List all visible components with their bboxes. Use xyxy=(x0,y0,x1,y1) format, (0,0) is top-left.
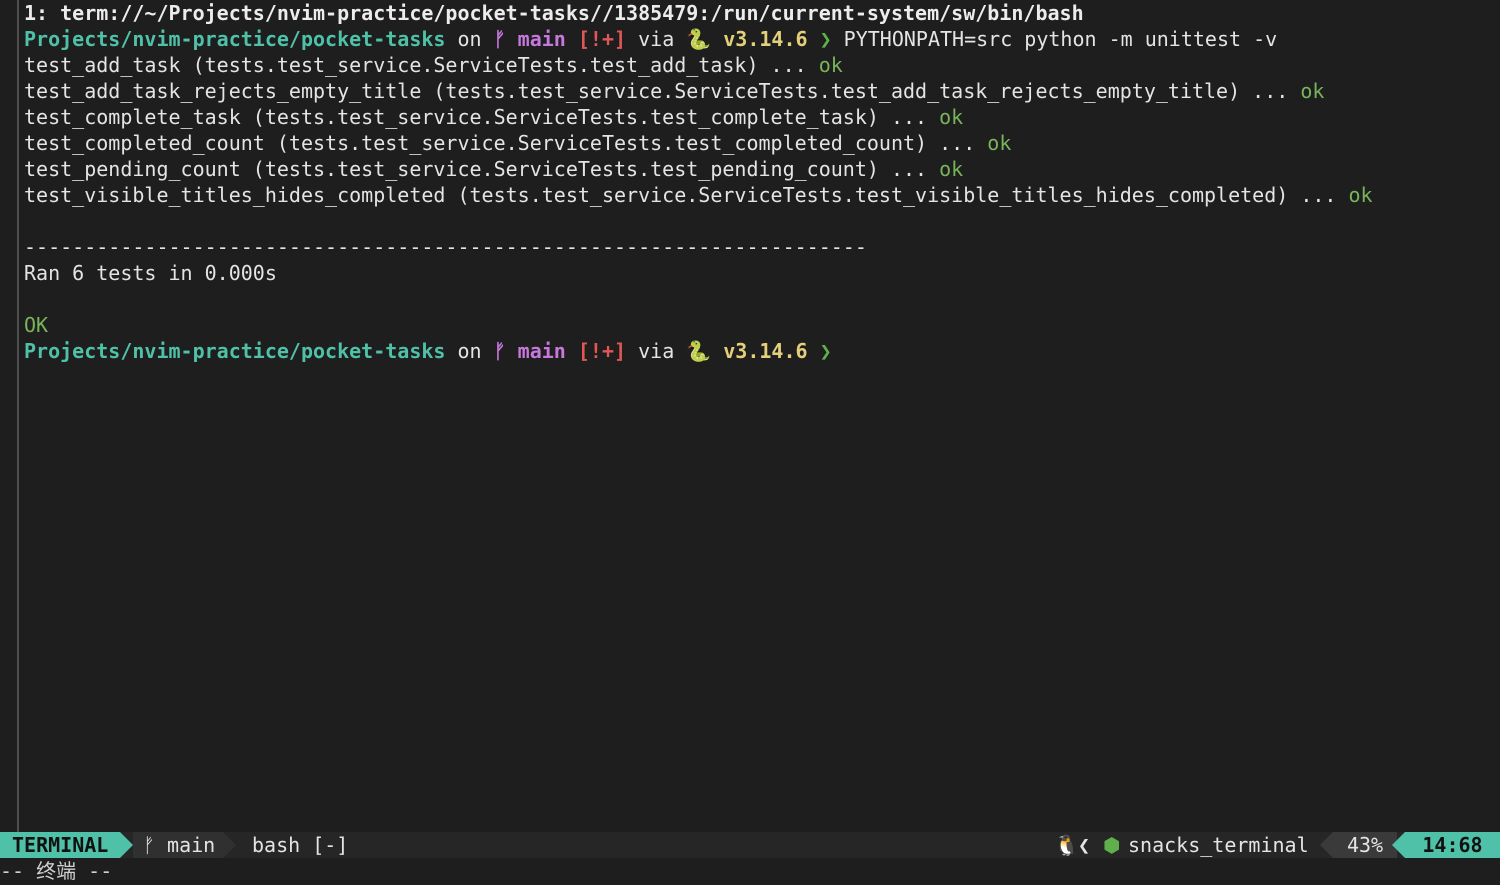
prompt-via: via xyxy=(638,27,675,51)
statusline-branch: ᚠ main xyxy=(133,832,223,858)
test-description: test_add_task_rejects_empty_title (tests… xyxy=(24,79,1301,103)
position-separator xyxy=(1392,832,1405,858)
package-icon: ⬢ xyxy=(1103,833,1121,857)
percent-separator xyxy=(1320,832,1333,858)
python-icon: 🐍 xyxy=(686,339,712,363)
statusline-percent: 43% xyxy=(1333,832,1397,858)
prompt-python-version: v3.14.6 xyxy=(723,339,808,363)
prompt-branch: main xyxy=(517,27,566,51)
prompt-path: Projects/nvim-practice/pocket-tasks xyxy=(24,27,446,51)
test-ok: ok xyxy=(987,131,1012,155)
prompt-via: via xyxy=(638,339,675,363)
terminal-output[interactable]: Projects/nvim-practice/pocket-tasks on ᚠ… xyxy=(24,26,1500,364)
git-branch-icon: ᚠ xyxy=(143,833,168,857)
test-result-line: test_complete_task (tests.test_service.S… xyxy=(24,104,1500,130)
prompt-on: on xyxy=(457,339,482,363)
command-text: PYTHONPATH=src python -m unittest -v xyxy=(843,27,1278,51)
prompt-on: on xyxy=(457,27,482,51)
window-left-border xyxy=(17,0,19,832)
test-ok: ok xyxy=(1348,183,1373,207)
statusline-filename: bash [-] xyxy=(252,833,349,857)
summary-line: Ran 6 tests in 0.000s xyxy=(24,261,277,285)
prompt-path: Projects/nvim-practice/pocket-tasks xyxy=(24,339,446,363)
prompt-line-2: Projects/nvim-practice/pocket-tasks on ᚠ… xyxy=(24,338,1500,364)
command-line-mode[interactable]: -- 终端 -- xyxy=(0,858,112,884)
test-result-line: test_pending_count (tests.test_service.S… xyxy=(24,156,1500,182)
chevron-left-icon: ❮ xyxy=(1078,833,1091,857)
statusline-filetype: snacks_terminal xyxy=(1128,833,1309,857)
mode-indicator: TERMINAL xyxy=(0,832,120,858)
prompt-symbol: ❯ xyxy=(819,339,832,363)
test-result-line: test_visible_titles_hides_completed (tes… xyxy=(24,182,1500,208)
test-result-line: test_completed_count (tests.test_service… xyxy=(24,130,1500,156)
terminal-buffer-title: 1: term://~/Projects/nvim-practice/pocke… xyxy=(24,1,1084,25)
statusline-position: 14:68 xyxy=(1405,832,1500,858)
branch-separator xyxy=(223,832,236,858)
test-ok: ok xyxy=(818,53,843,77)
prompt-python-version: v3.14.6 xyxy=(723,27,808,51)
final-status: OK xyxy=(24,313,49,337)
mode-separator xyxy=(120,832,133,858)
statusline-branch-name: main xyxy=(167,833,216,857)
test-description: test_complete_task (tests.test_service.S… xyxy=(24,105,940,129)
test-description: test_pending_count (tests.test_service.S… xyxy=(24,157,940,181)
statusline: TERMINAL ᚠ main bash [-] 🐧 ❮ ⬢ snacks_te… xyxy=(0,832,1500,858)
test-ok: ok xyxy=(1300,79,1325,103)
test-ok: ok xyxy=(939,105,964,129)
prompt-git-status: [!+] xyxy=(577,27,627,51)
test-result-line: test_add_task (tests.test_service.Servic… xyxy=(24,52,1500,78)
linux-tux-icon: 🐧 xyxy=(1054,833,1079,857)
test-description: test_completed_count (tests.test_service… xyxy=(24,131,988,155)
test-description: test_visible_titles_hides_completed (tes… xyxy=(24,183,1349,207)
prompt-line-1: Projects/nvim-practice/pocket-tasks on ᚠ… xyxy=(24,26,1500,52)
separator-line: ----------------------------------------… xyxy=(24,235,867,259)
test-result-line: test_add_task_rejects_empty_title (tests… xyxy=(24,78,1500,104)
prompt-symbol: ❯ xyxy=(819,27,832,51)
git-branch-icon: ᚠ xyxy=(493,27,506,51)
test-description: test_add_task (tests.test_service.Servic… xyxy=(24,53,819,77)
test-ok: ok xyxy=(939,157,964,181)
git-branch-icon: ᚠ xyxy=(493,339,506,363)
prompt-branch: main xyxy=(517,339,566,363)
python-icon: 🐍 xyxy=(686,27,712,51)
prompt-git-status: [!+] xyxy=(577,339,627,363)
